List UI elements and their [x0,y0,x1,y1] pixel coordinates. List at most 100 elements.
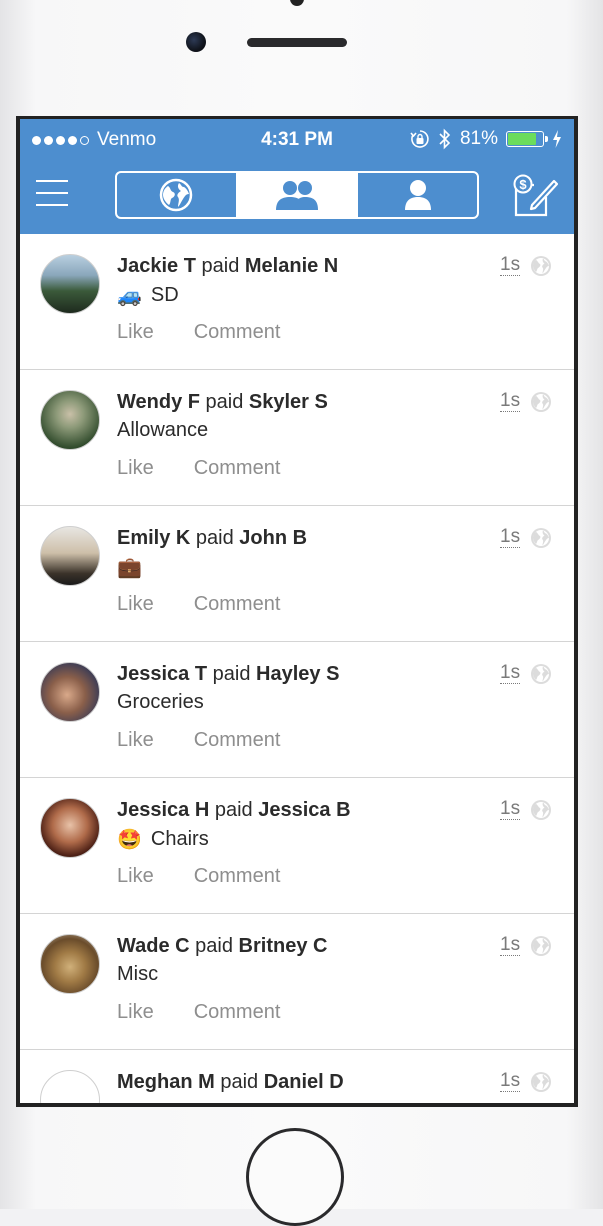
screen: Venmo 4:31 PM 81% $ Jackie T paid Melani… [16,116,578,1107]
comment-button[interactable]: Comment [194,457,281,480]
avatar[interactable] [40,798,100,858]
comment-button[interactable]: Comment [194,1001,281,1024]
avatar[interactable] [40,390,100,450]
like-button[interactable]: Like [117,865,154,888]
comment-button[interactable]: Comment [194,321,281,344]
avatar[interactable] [40,254,100,314]
story-timestamp[interactable]: 1s [500,255,521,276]
avatar[interactable] [40,1070,100,1103]
feed-story[interactable]: Emily K paid John B 💼 Like Comment 1s [20,506,574,642]
avatar[interactable] [40,526,100,586]
sender-name[interactable]: Emily K [117,527,190,549]
battery-percent: 81% [459,128,498,149]
front-camera [186,32,206,52]
public-globe-icon [531,392,551,412]
story-note: Allowance [117,419,208,442]
sender-name[interactable]: Wendy F [117,391,200,413]
note-text: Groceries [117,691,204,713]
note-text: Chairs [150,828,209,850]
like-button[interactable]: Like [117,593,154,616]
story-timestamp[interactable]: 1s [500,935,521,956]
story-actions: Like Comment [117,457,280,480]
story-timestamp[interactable]: 1s [500,527,521,548]
public-globe-icon [531,256,551,276]
tab-public[interactable] [117,173,236,217]
note-text: SD [150,284,179,306]
friends-icon [276,181,318,210]
story-verb: paid [205,391,244,413]
feed-story[interactable]: Meghan M paid Daniel DLikeComment1s [20,1050,574,1103]
tab-friends[interactable] [235,173,357,217]
phone-sensor [290,0,304,6]
feed-story[interactable]: Wade C paid Britney C Misc Like Comment 1s [20,914,574,1050]
sender-name[interactable]: Jackie T [117,255,196,277]
comment-button[interactable]: Comment [194,593,281,616]
story-note: 🤩 Chairs [117,827,209,852]
app-view: Venmo 4:31 PM 81% $ Jackie T paid Melani… [20,119,574,1103]
feed-story[interactable]: Jessica H paid Jessica B 🤩 Chairs Like Comme… [20,778,574,914]
story-timestamp[interactable]: 1s [500,799,521,820]
like-button[interactable]: Like [117,1001,154,1024]
recipient-name[interactable]: Jessica B [258,799,350,821]
story-headline: Jessica H paid Jessica B [117,799,351,822]
bluetooth-icon [439,128,451,150]
person-icon [404,180,431,210]
orientation-lock-icon [410,130,429,148]
story-actions: Like Comment [117,593,280,616]
note-emoji: 🤩 [117,829,142,851]
note-text: Misc [117,963,159,985]
charging-bolt-icon [553,130,561,148]
feed-story[interactable]: Wendy F paid Skyler S Allowance Like Commen… [20,370,574,506]
comment-button[interactable]: Comment [194,729,281,752]
public-globe-icon [531,800,551,820]
story-note: Misc [117,963,158,986]
phone-frame: Venmo 4:31 PM 81% $ Jackie T paid Melani… [0,0,603,1226]
globe-icon [160,178,193,212]
hamburger-menu-icon[interactable] [36,180,68,206]
recipient-name[interactable]: Melanie N [245,255,338,277]
story-note: Groceries [117,691,204,714]
story-timestamp[interactable]: 1s [500,1071,521,1092]
story-note: 🚙 SD [117,283,179,308]
feed-story[interactable]: Jackie T paid Melanie N 🚙 SD Like Comment 1s [20,234,574,370]
sender-name[interactable]: Jessica H [117,799,209,821]
story-verb: paid [212,663,251,685]
story-verb: paid [220,1071,259,1093]
story-headline: Wendy F paid Skyler S [117,391,328,414]
nav-bar: $ [20,167,574,223]
status-right-group: 81% [410,128,562,150]
story-note: 💼 [117,555,142,580]
story-actions: Like Comment [117,729,280,752]
public-globe-icon [531,936,551,956]
avatar[interactable] [40,662,100,722]
tab-mine[interactable] [356,173,477,217]
recipient-name[interactable]: Hayley S [256,663,339,685]
story-verb: paid [214,799,253,821]
like-button[interactable]: Like [117,321,154,344]
status-bar: Venmo 4:31 PM 81% [20,119,574,159]
story-actions: Like Comment [117,865,280,888]
story-timestamp[interactable]: 1s [500,663,521,684]
comment-button[interactable]: Comment [194,865,281,888]
battery-tip [545,136,548,142]
feed-story[interactable]: Jessica T paid Hayley S Groceries Like Comm… [20,642,574,778]
recipient-name[interactable]: Skyler S [249,391,328,413]
sender-name[interactable]: Wade C [117,935,190,957]
battery-fill [508,133,536,145]
compose-payment-icon[interactable]: $ [510,171,559,217]
sender-name[interactable]: Jessica T [117,663,207,685]
like-button[interactable]: Like [117,457,154,480]
story-headline: Jessica T paid Hayley S [117,663,339,686]
public-globe-icon [531,528,551,548]
story-headline: Wade C paid Britney C [117,935,327,958]
sender-name[interactable]: Meghan M [117,1071,215,1093]
story-verb: paid [195,935,233,957]
avatar[interactable] [40,934,100,994]
story-verb: paid [201,255,240,277]
recipient-name[interactable]: John B [239,527,307,549]
recipient-name[interactable]: Britney C [239,935,328,957]
home-button[interactable] [246,1128,344,1226]
recipient-name[interactable]: Daniel D [264,1071,344,1093]
like-button[interactable]: Like [117,729,154,752]
story-timestamp[interactable]: 1s [500,391,521,412]
